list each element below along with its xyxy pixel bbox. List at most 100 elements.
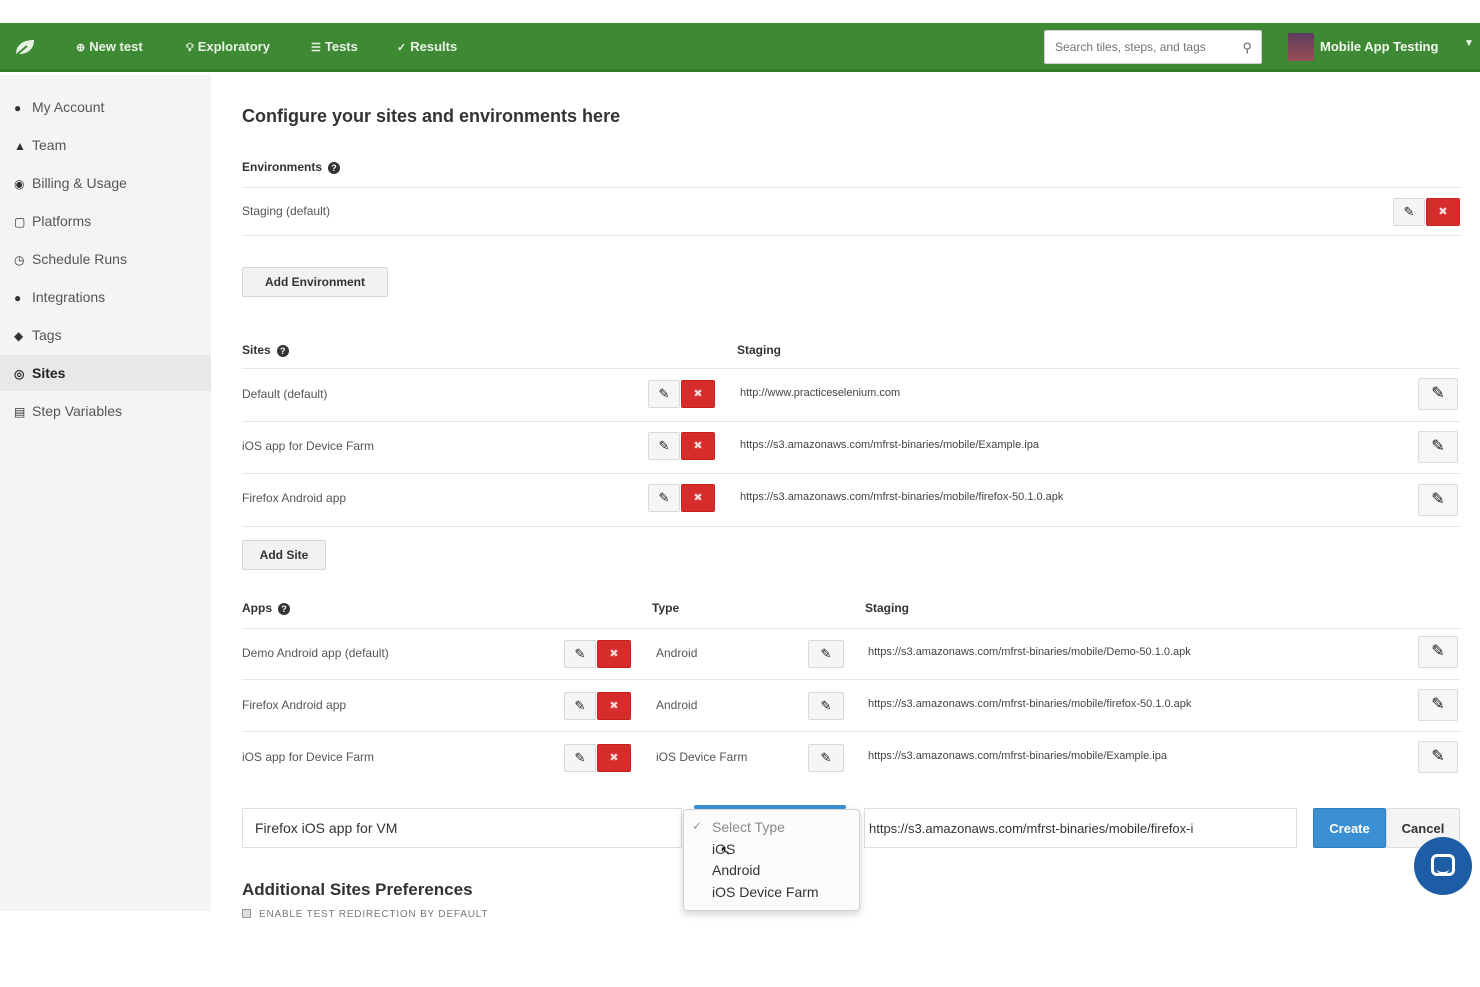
help-icon[interactable]: ? bbox=[276, 344, 289, 357]
divider bbox=[242, 235, 1460, 236]
edit-site-url-button[interactable]: ✎ bbox=[1418, 378, 1458, 410]
site-name: Default (default) bbox=[242, 387, 328, 401]
divider bbox=[242, 679, 1460, 680]
divider bbox=[242, 421, 1460, 422]
delete-app-button[interactable]: ✖ bbox=[597, 744, 631, 772]
site-url: https://s3.amazonaws.com/mfrst-binaries/… bbox=[740, 491, 1064, 503]
edit-app-button[interactable]: ✎ bbox=[564, 640, 596, 668]
app-name: Firefox Android app bbox=[242, 698, 347, 712]
delete-app-button[interactable]: ✖ bbox=[597, 692, 631, 720]
pencil-icon: ✎ bbox=[820, 750, 832, 765]
app-window: ⊕ New test 💡︎ Exploratory ☰ Tests ✓ Results … bbox=[0, 23, 1480, 920]
sidebar-item-billing[interactable]: ◉ Billing & Usage bbox=[0, 165, 211, 201]
checkbox[interactable] bbox=[242, 909, 251, 918]
list-icon: ☰ bbox=[311, 42, 321, 54]
edit-app-type-button[interactable]: ✎ bbox=[808, 744, 844, 772]
add-environment-button[interactable]: Add Environment bbox=[242, 267, 388, 297]
divider bbox=[242, 187, 1460, 188]
chat-launcher-button[interactable] bbox=[1414, 837, 1472, 895]
pencil-icon: ✎ bbox=[1431, 643, 1445, 660]
sidebar-item-tags[interactable]: ◆ Tags bbox=[0, 317, 211, 353]
nav-new-test[interactable]: ⊕ New test bbox=[76, 39, 143, 54]
team-icon: ▲ bbox=[14, 139, 26, 153]
pencil-icon: ✎ bbox=[658, 490, 670, 505]
pencil-icon: ✎ bbox=[574, 750, 586, 765]
add-site-button[interactable]: Add Site bbox=[242, 540, 326, 570]
user-icon: ● bbox=[14, 101, 22, 115]
trash-icon: ✖ bbox=[1438, 206, 1448, 218]
edit-site-url-button[interactable]: ✎ bbox=[1418, 431, 1458, 463]
avatar bbox=[1288, 33, 1314, 61]
edit-environment-button[interactable]: ✎ bbox=[1393, 198, 1425, 226]
pencil-icon: ✎ bbox=[574, 646, 586, 661]
site-name: Firefox Android app bbox=[242, 491, 347, 505]
sites-staging-header: Staging bbox=[737, 343, 781, 357]
type-option-android[interactable]: Android bbox=[712, 862, 760, 878]
help-icon[interactable]: ? bbox=[328, 161, 341, 174]
edit-app-url-button[interactable]: ✎ bbox=[1418, 689, 1458, 721]
help-icon[interactable]: ? bbox=[278, 602, 290, 615]
nav-results[interactable]: ✓ Results bbox=[397, 39, 457, 54]
sidebar-item-team[interactable]: ▲ Team bbox=[0, 127, 211, 163]
nav-exploratory[interactable]: 💡︎ Exploratory bbox=[186, 39, 270, 55]
trash-icon: ✖ bbox=[693, 440, 703, 452]
pencil-icon: ✎ bbox=[1431, 748, 1445, 765]
delete-site-button[interactable]: ✖ bbox=[681, 484, 715, 512]
delete-app-button[interactable]: ✖ bbox=[597, 640, 631, 668]
search-input[interactable] bbox=[1045, 31, 1235, 63]
pencil-icon: ✎ bbox=[574, 698, 586, 713]
site-name: iOS app for Device Farm bbox=[242, 439, 375, 453]
leaf-icon[interactable] bbox=[13, 37, 37, 57]
divider bbox=[242, 368, 1460, 369]
sidebar-item-sites[interactable]: ◎ Sites bbox=[0, 355, 211, 391]
new-app-url-input[interactable] bbox=[864, 808, 1297, 848]
app-type: iOS Device Farm bbox=[656, 750, 748, 764]
apps-type-header: Type bbox=[652, 601, 680, 615]
billing-icon: ◉ bbox=[14, 177, 25, 191]
edit-app-url-button[interactable]: ✎ bbox=[1418, 636, 1458, 668]
edit-site-button[interactable]: ✎ bbox=[648, 484, 680, 512]
environment-row: Staging (default) bbox=[242, 204, 331, 218]
apps-staging-header: Staging bbox=[865, 601, 909, 615]
edit-app-url-button[interactable]: ✎ bbox=[1418, 741, 1458, 773]
delete-environment-button[interactable]: ✖ bbox=[1426, 198, 1460, 226]
search-icon[interactable]: ⚲ bbox=[1242, 40, 1252, 56]
create-button[interactable]: Create bbox=[1313, 808, 1386, 848]
app-url: https://s3.amazonaws.com/mfrst-binaries/… bbox=[868, 646, 1191, 658]
pencil-icon: ✎ bbox=[820, 646, 832, 661]
pencil-icon: ✎ bbox=[1431, 438, 1445, 455]
delete-site-button[interactable]: ✖ bbox=[681, 432, 715, 460]
pencil-icon: ✎ bbox=[658, 438, 670, 453]
check-circle-icon: ✓ bbox=[397, 42, 407, 54]
redirection-checkbox-row[interactable]: ENABLE TEST REDIRECTION BY DEFAULT bbox=[242, 909, 488, 920]
trash-icon: ✖ bbox=[693, 388, 703, 400]
sidebar-item-platforms[interactable]: ▢ Platforms bbox=[0, 203, 211, 239]
edit-site-button[interactable]: ✎ bbox=[648, 380, 680, 408]
edit-app-button[interactable]: ✎ bbox=[564, 692, 596, 720]
sidebar: ● My Account ▲ Team ◉ Billing & Usage ▢ Plat… bbox=[0, 75, 211, 911]
divider bbox=[242, 473, 1460, 474]
trash-icon: ✖ bbox=[609, 752, 619, 764]
monitor-icon: ▢ bbox=[14, 215, 26, 229]
edit-app-type-button[interactable]: ✎ bbox=[808, 692, 844, 720]
delete-site-button[interactable]: ✖ bbox=[681, 380, 715, 408]
sidebar-item-my-account[interactable]: ● My Account bbox=[0, 89, 211, 125]
edit-app-type-button[interactable]: ✎ bbox=[808, 640, 844, 668]
user-name: Mobile App Testing bbox=[1320, 39, 1439, 54]
sidebar-item-integrations[interactable]: ● Integrations bbox=[0, 279, 211, 315]
edit-site-button[interactable]: ✎ bbox=[648, 432, 680, 460]
edit-site-url-button[interactable]: ✎ bbox=[1418, 484, 1458, 516]
type-option-select-type[interactable]: ✓ Select Type bbox=[692, 819, 785, 835]
type-option-ios-device-farm[interactable]: iOS Device Farm bbox=[712, 884, 819, 900]
edit-app-button[interactable]: ✎ bbox=[564, 744, 596, 772]
globe-icon: ◎ bbox=[14, 367, 25, 381]
divider bbox=[242, 628, 1460, 629]
type-select-dropdown[interactable]: ✓ Select Type iOS Android iOS Device Farm bbox=[683, 809, 860, 911]
site-url: http://www.practiceselenium.com bbox=[740, 387, 901, 399]
lightbulb-icon: 💡︎ bbox=[186, 42, 194, 54]
nav-tests[interactable]: ☰ Tests bbox=[311, 39, 358, 54]
new-app-name-input[interactable] bbox=[242, 808, 682, 848]
sidebar-item-schedule-runs[interactable]: ◷ Schedule Runs bbox=[0, 241, 211, 277]
app-name: Demo Android app (default) bbox=[242, 646, 389, 660]
sidebar-item-step-variables[interactable]: ▤ Step Variables bbox=[0, 393, 211, 429]
